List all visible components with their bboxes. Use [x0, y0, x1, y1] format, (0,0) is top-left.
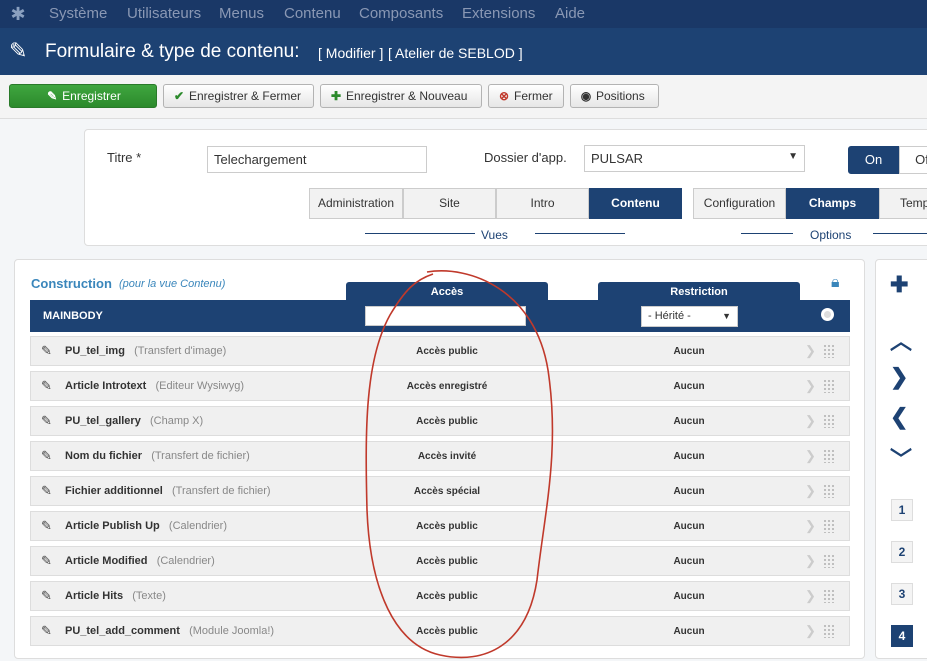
brush-icon: ✎ [9, 38, 28, 63]
folder-label: Dossier d'app. [484, 150, 567, 165]
views-divider-right [535, 233, 625, 234]
page-context: [ Atelier de SEBLOD ] [388, 45, 523, 61]
tab-champs[interactable]: Champs [786, 188, 879, 219]
toolbar: ✎ Enregistrer ✔ Enregistrer & Fermer ✚ Enre… [0, 75, 927, 119]
views-divider-left [365, 233, 475, 234]
menu-utilisateurs[interactable]: Utilisateurs [127, 5, 201, 22]
menu-composants[interactable]: Composants [359, 5, 443, 22]
chevron-down-icon[interactable]: ﹀ [890, 442, 912, 474]
chevron-up-icon[interactable]: ︿ [890, 324, 912, 356]
close-icon: ⊗ [498, 89, 510, 103]
plus-icon: ✚ [330, 89, 342, 103]
add-icon[interactable]: ✚ [890, 272, 908, 298]
page-title: Formulaire & type de contenu: [45, 41, 300, 62]
title-input[interactable] [207, 146, 427, 173]
save-close-button[interactable]: ✔ Enregistrer & Fermer [163, 84, 314, 108]
save-new-button[interactable]: ✚ Enregistrer & Nouveau [320, 84, 482, 108]
position-number-2[interactable]: 2 [891, 541, 913, 563]
title-label: Titre * [107, 150, 142, 165]
construction-panel: Construction (pour la vue Contenu) 🔒︎ Ac… [14, 259, 865, 659]
state-on-toggle[interactable]: On [848, 146, 899, 174]
chevron-left-icon[interactable]: ❮ [890, 404, 908, 430]
tab-configuration[interactable]: Configuration [693, 188, 786, 219]
joomla-logo-icon[interactable]: ✱ [8, 4, 28, 24]
position-number-1[interactable]: 1 [891, 499, 913, 521]
chevron-down-icon: ▼ [788, 151, 798, 162]
position-number-4[interactable]: 4 [891, 625, 913, 647]
tab-contenu[interactable]: Contenu [589, 188, 682, 219]
position-number-3[interactable]: 3 [891, 583, 913, 605]
form-panel: Titre * Dossier d'app. PULSAR ▼ On Of Ad… [84, 129, 927, 246]
page-title-bar: ✎ Formulaire & type de contenu: [ Modifi… [0, 28, 927, 75]
options-divider-left [741, 233, 793, 234]
tab-administration[interactable]: Administration [309, 188, 403, 219]
folder-select[interactable]: PULSAR ▼ [584, 145, 805, 172]
state-off-toggle[interactable]: Of [899, 146, 927, 174]
views-caption: Vues [481, 228, 508, 242]
menu-systeme[interactable]: Système [49, 5, 107, 22]
menu-menus[interactable]: Menus [219, 5, 264, 22]
top-menu-bar: ✱ Système Utilisateurs Menus Contenu Com… [0, 0, 927, 28]
menu-aide[interactable]: Aide [555, 5, 585, 22]
save-button[interactable]: ✎ Enregistrer [9, 84, 157, 108]
check-icon: ✔ [173, 89, 185, 103]
options-caption: Options [810, 228, 852, 242]
tab-template[interactable]: Temp [879, 188, 927, 219]
menu-extensions[interactable]: Extensions [462, 5, 535, 22]
tab-intro[interactable]: Intro [496, 188, 589, 219]
menu-contenu[interactable]: Contenu [284, 5, 341, 22]
options-divider-right [873, 233, 927, 234]
close-button[interactable]: ⊗ Fermer [488, 84, 564, 108]
edit-icon: ✎ [47, 89, 58, 103]
red-annotation-ellipse [365, 270, 554, 659]
eye-icon: ◉ [580, 89, 592, 103]
tab-site[interactable]: Site [403, 188, 496, 219]
chevron-right-icon[interactable]: ❯ [890, 364, 908, 390]
positions-button[interactable]: ◉ Positions [570, 84, 659, 108]
right-tool-panel: ✚ ︿ ❯ ❮ ﹀ 1 2 3 4 [875, 259, 927, 659]
page-mode: [ Modifier ] [318, 45, 384, 61]
